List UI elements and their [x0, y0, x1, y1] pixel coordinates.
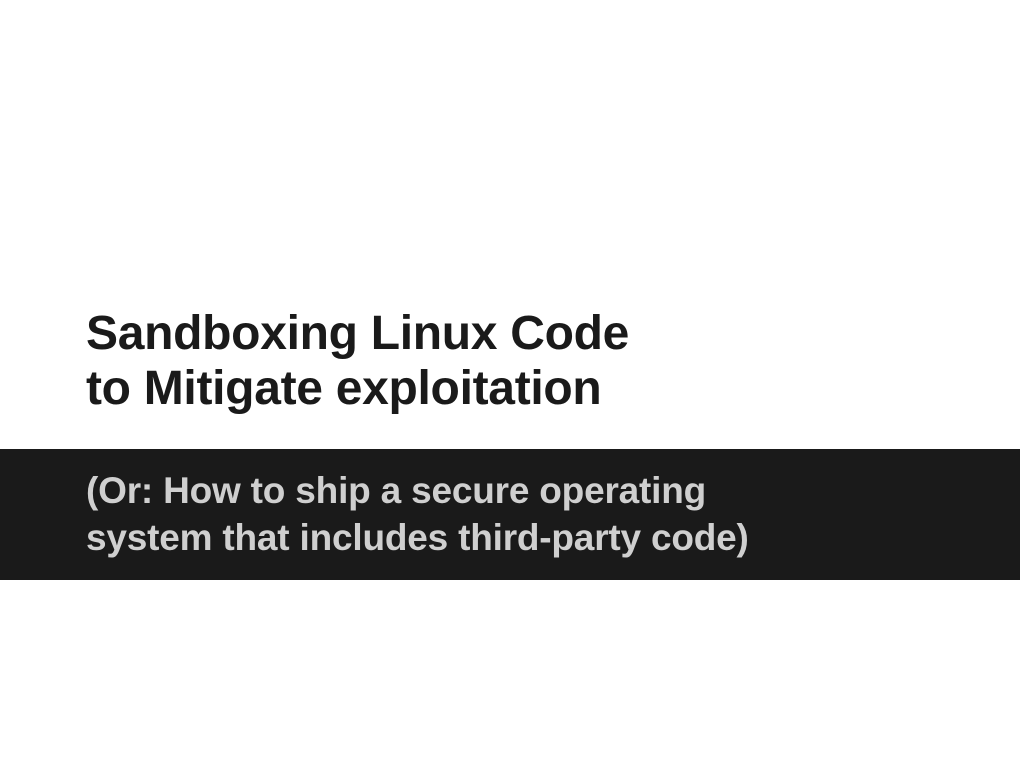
- slide-title: Sandboxing Linux Code to Mitigate exploi…: [86, 306, 629, 416]
- title-line-1: Sandboxing Linux Code: [86, 306, 629, 361]
- slide: Sandboxing Linux Code to Mitigate exploi…: [0, 0, 1020, 765]
- slide-subtitle-band: (Or: How to ship a secure operating syst…: [0, 449, 1020, 580]
- title-line-2: to Mitigate exploitation: [86, 361, 629, 416]
- subtitle-line-2: system that includes third-party code): [86, 514, 1020, 561]
- subtitle-line-1: (Or: How to ship a secure operating: [86, 467, 1020, 514]
